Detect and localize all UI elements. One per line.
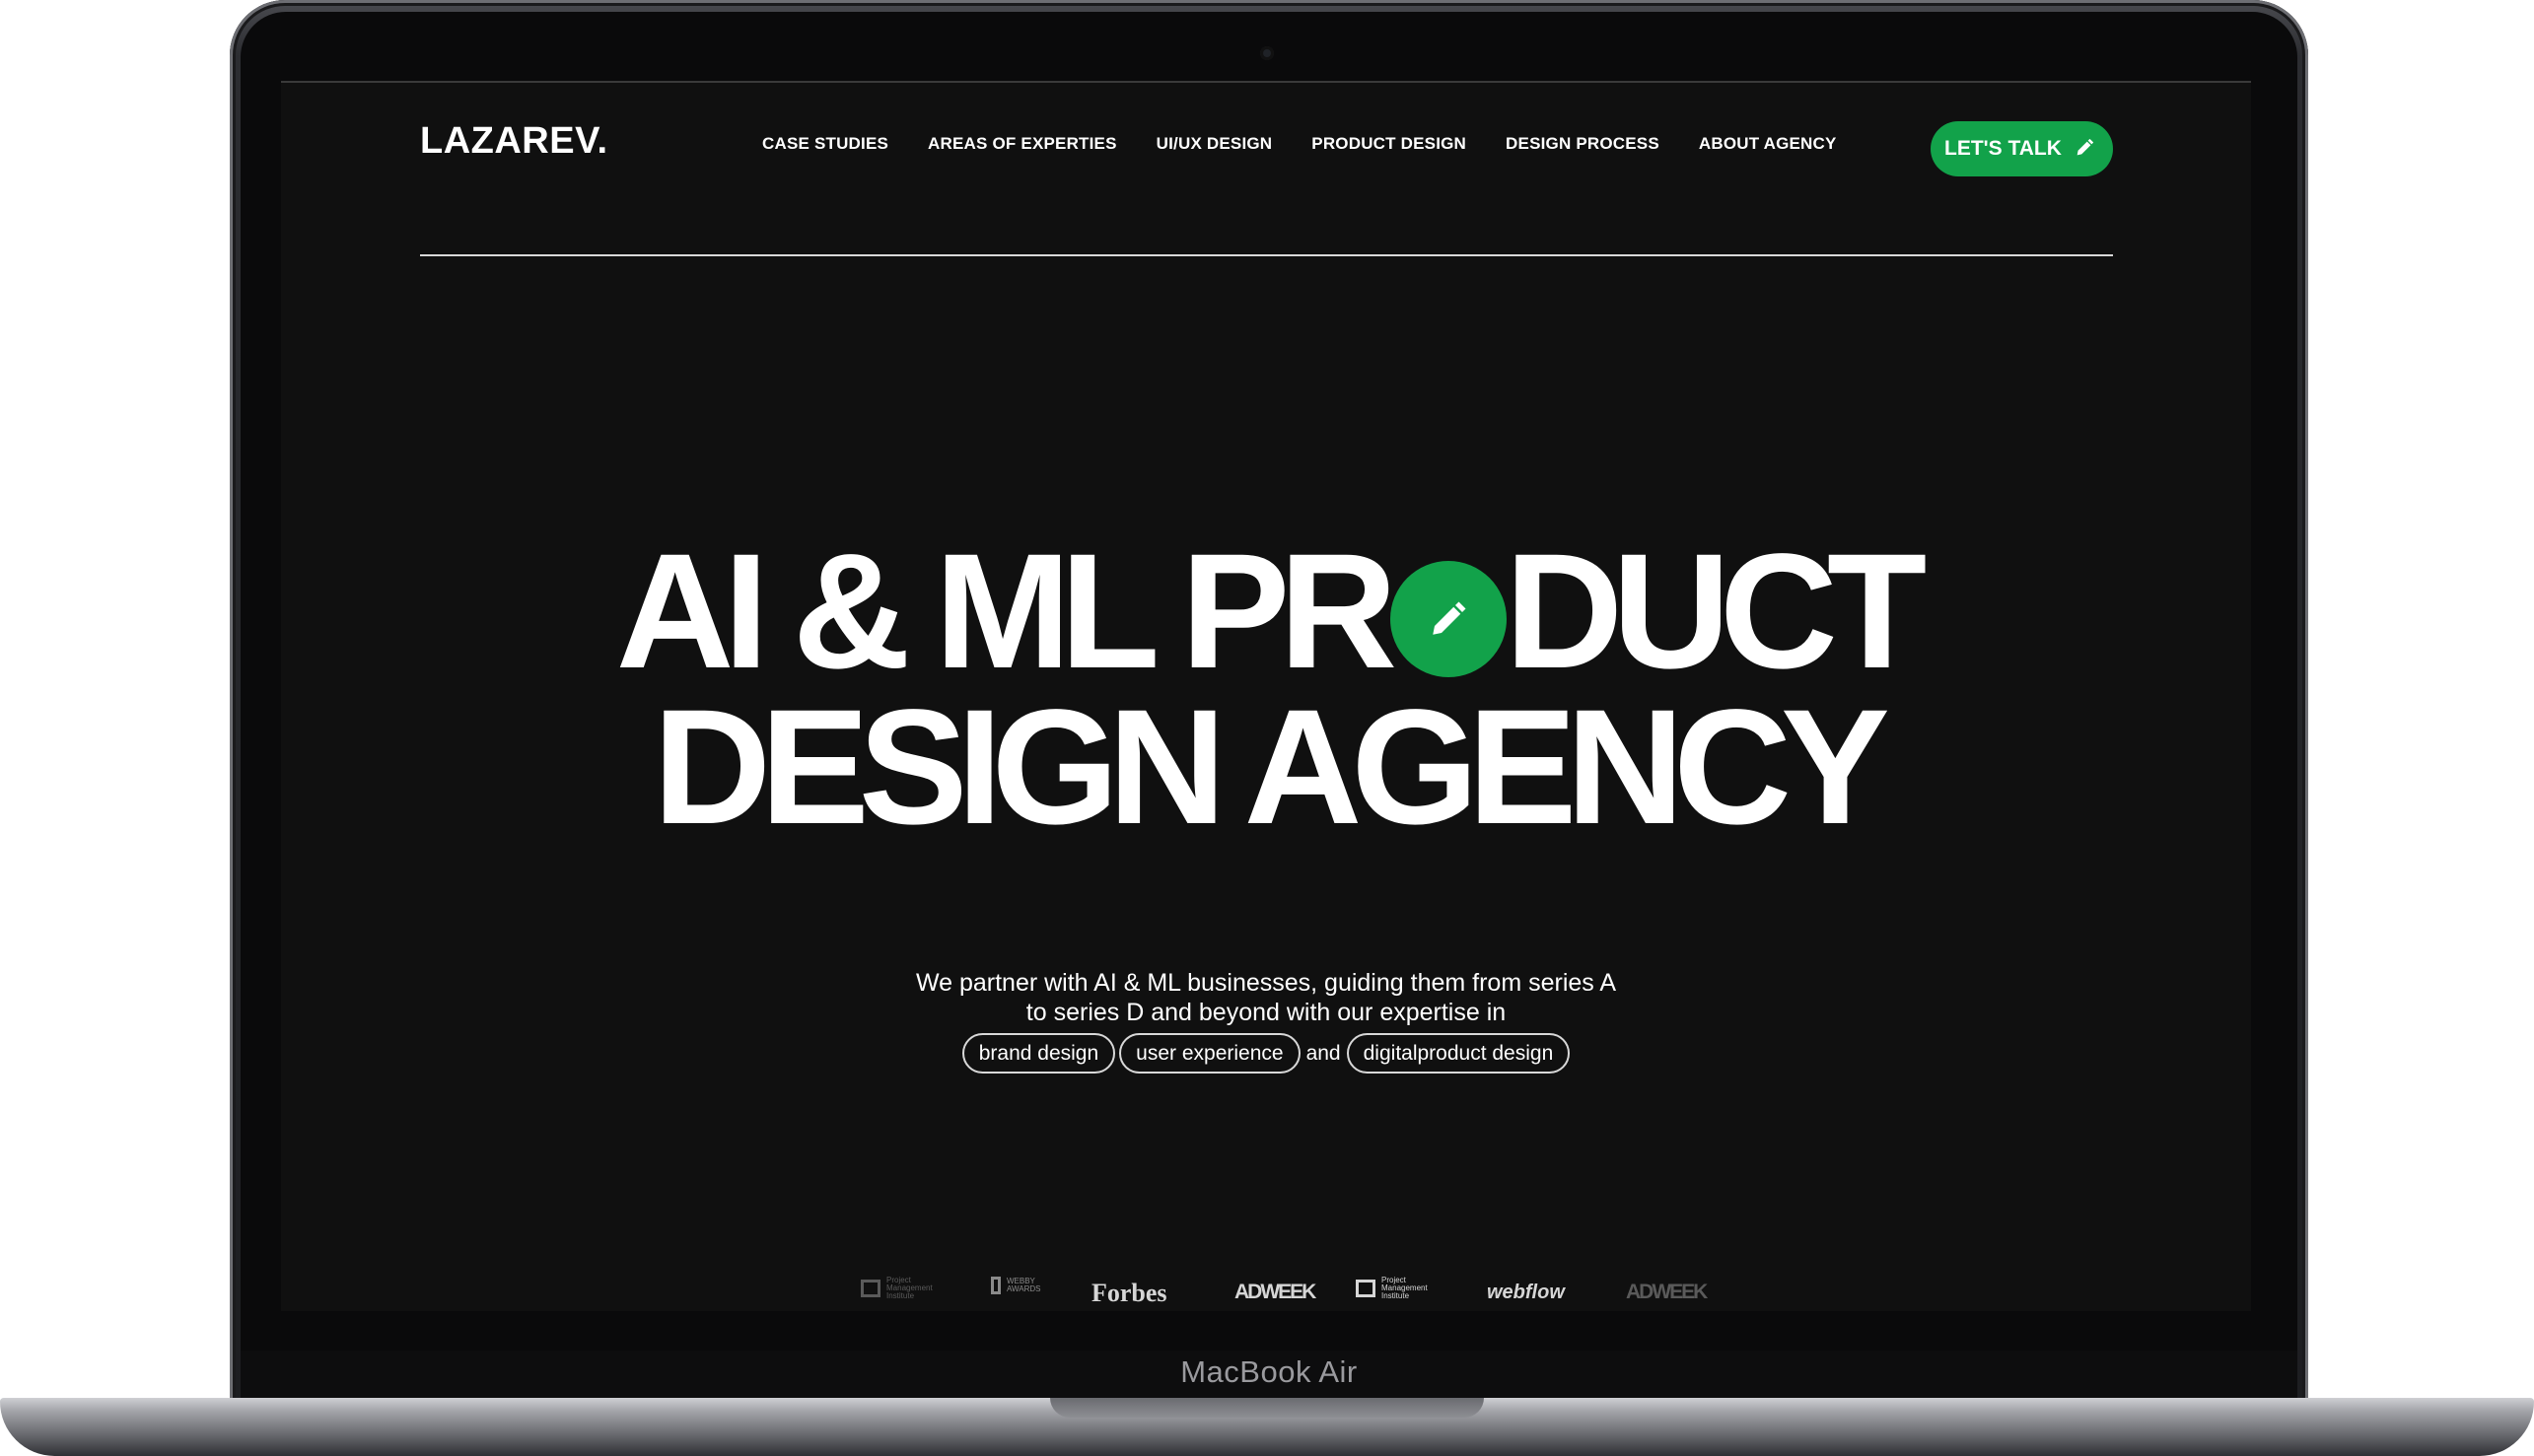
nav-ui-ux-design[interactable]: UI/UX DESIGN xyxy=(1157,134,1273,154)
chip-digital-product-design[interactable]: digitalproduct design xyxy=(1346,1033,1571,1074)
partner-logo-pmi-2: Project Management Institute xyxy=(1356,1277,1443,1300)
browser-top-edge xyxy=(281,81,2251,83)
expertise-chips: brand design user experience and digital… xyxy=(281,1033,2251,1074)
pencil-icon xyxy=(1433,601,1466,635)
header-divider xyxy=(420,254,2113,256)
nav-case-studies[interactable]: CASE STUDIES xyxy=(762,134,888,154)
webby-mark-icon xyxy=(991,1277,1001,1294)
hero-title: AI & ML PR DUCT DESIGN AGENCY xyxy=(281,530,2251,859)
nav-product-design[interactable]: PRODUCT DESIGN xyxy=(1311,134,1466,154)
partner-text: Project Management Institute xyxy=(886,1276,933,1300)
lets-talk-button[interactable]: LET'S TALK xyxy=(1931,121,2113,176)
lets-talk-label: LET'S TALK xyxy=(1944,137,2062,160)
partner-text: Project Management Institute xyxy=(1381,1276,1428,1300)
nav-about-agency[interactable]: ABOUT AGENCY xyxy=(1699,134,1837,154)
partner-text: WEBBY AWARDS xyxy=(1007,1277,1041,1293)
site-logo[interactable]: LAZAREV. xyxy=(420,120,608,163)
intro-text: We partner with AI & ML businesses, guid… xyxy=(281,968,2251,1027)
partner-logo-pmi: Project Management Institute xyxy=(861,1277,948,1300)
camera-icon xyxy=(1260,46,1274,60)
nav-areas-of-expertise[interactable]: AREAS OF EXPERTIES xyxy=(928,134,1117,154)
nav-design-process[interactable]: DESIGN PROCESS xyxy=(1506,134,1659,154)
hero-line-2: DESIGN AGENCY xyxy=(653,676,1890,859)
chip-conjunction: and xyxy=(1305,1041,1341,1065)
laptop-hinge-notch xyxy=(1050,1398,1484,1418)
hero-o-badge[interactable] xyxy=(1390,561,1507,677)
chip-user-experience[interactable]: user experience xyxy=(1119,1033,1301,1074)
intro-line-1: We partner with AI & ML businesses, guid… xyxy=(915,969,1617,997)
main-nav: CASE STUDIES AREAS OF EXPERTIES UI/UX DE… xyxy=(762,134,1876,154)
partner-logo-webflow: webflow xyxy=(1487,1282,1565,1303)
partner-logo-adweek-2: ADWEEK xyxy=(1626,1281,1708,1303)
chip-brand-design[interactable]: brand design xyxy=(961,1033,1116,1074)
partner-logo-webby: WEBBY AWARDS xyxy=(991,1277,1041,1294)
macbook-mockup: LAZAREV. CASE STUDIES AREAS OF EXPERTIES… xyxy=(0,0,2534,1456)
intro-line-2: to series D and beyond with our expertis… xyxy=(1025,999,1507,1026)
device-label: MacBook Air xyxy=(1180,1354,1358,1389)
pmi-mark-icon xyxy=(861,1280,880,1297)
partner-logos: Project Management Institute WEBBY AWARD… xyxy=(281,1277,2251,1311)
partner-logo-adweek: ADWEEK xyxy=(1234,1281,1316,1303)
pmi-mark-icon xyxy=(1356,1280,1375,1297)
pencil-icon xyxy=(2076,138,2094,156)
hero-line-1: AI & ML PR DUCT xyxy=(281,530,2251,694)
partner-logo-forbes: Forbes xyxy=(1091,1279,1167,1307)
website-screen: LAZAREV. CASE STUDIES AREAS OF EXPERTIES… xyxy=(281,81,2251,1311)
